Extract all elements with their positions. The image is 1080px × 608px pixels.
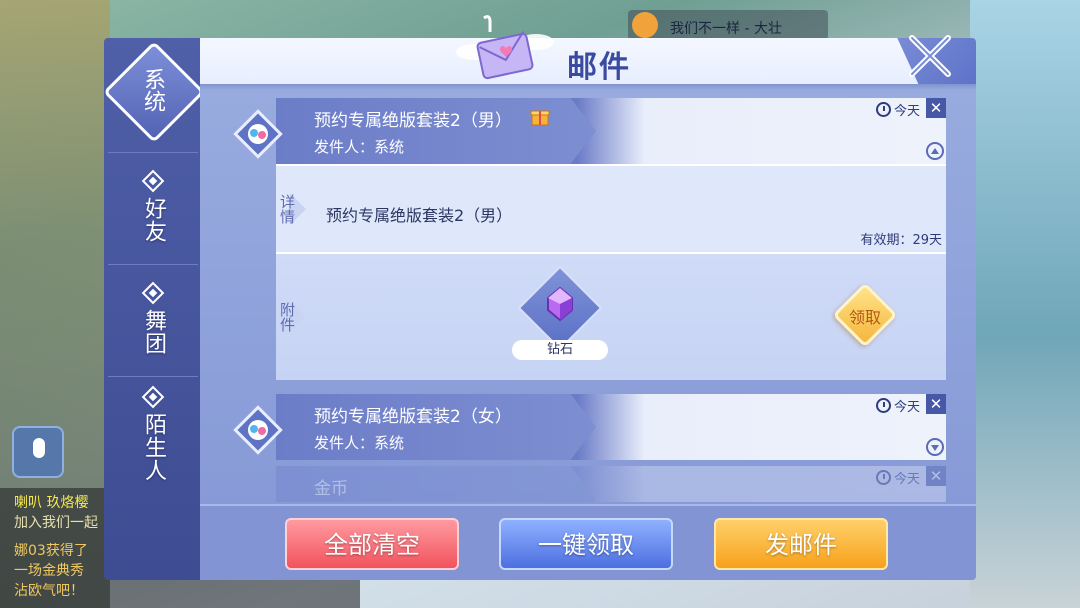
mail-header[interactable]: 预约专属绝版套装2（女） 发件人：系统 今天 ✕ [233,394,946,460]
mail-category-sidebar: 系统 好友 舞团 陌生人 [103,38,205,580]
tab-label: 好友 [141,197,166,243]
send-mail-button[interactable]: 发邮件 [714,518,888,570]
mail-subject: 预约专属绝版套装2（男） [314,111,512,131]
mail-time-text: 今天 [893,472,920,487]
mail-time: 今天 [875,396,920,415]
mail-validity: 有效期：29天 [860,233,942,248]
mail-time-text: 今天 [893,104,920,119]
delete-mail-icon[interactable]: ✕ [926,466,946,486]
delete-mail-icon[interactable]: ✕ [926,98,946,118]
tab-dance-group[interactable]: 舞团 [108,264,198,374]
panel-header: 邮件 [200,38,976,85]
mail-subject: 金币 [314,479,348,499]
mail-detail: 详情 预约专属绝版套装2（男） 有效期：29天 [276,164,946,252]
mail-item[interactable]: 金币 今天 ✕ [276,466,946,502]
mail-main-area: 邮件 预约专属绝版套装2（男） 发件人：系统 今天 ✕ 详情 预约专属绝版套装2… [200,38,976,580]
diamond-icon [141,385,165,409]
music-title: 我们不一样 - 大壮 [670,21,782,37]
chat-line: 娜03获得了 [14,543,88,559]
mail-sender: 发件人：系统 [314,434,405,452]
clock-icon [875,470,891,485]
game-logo-icon [233,109,283,159]
mail-header[interactable]: 金币 今天 ✕ [276,466,946,502]
mail-detail-text: 预约专属绝版套装2（男） [326,206,513,225]
music-play-icon[interactable] [632,12,658,38]
mail-time-text: 今天 [893,400,920,415]
chat-line: 加入我们一起 [14,515,98,531]
diamond-icon [141,169,165,193]
clear-all-button[interactable]: 全部清空 [285,518,459,570]
mail-envelope-icon [456,15,554,80]
diamond-icon [141,281,165,305]
mail-time: 今天 [875,468,920,487]
clock-icon [875,102,891,117]
attach-tag-text: 附件 [278,302,296,332]
attach-tag: 附件 [276,254,310,380]
claim-button-label: 领取 [848,308,881,327]
chat-line: 喇叭 玖烙樱 [14,495,89,511]
tab-friends[interactable]: 好友 [108,152,198,262]
panel-title: 邮件 [567,50,631,85]
close-icon[interactable] [904,30,956,82]
claim-all-button[interactable]: 一键领取 [499,518,673,570]
background-scene-right [970,0,1080,608]
mail-subject: 预约专属绝版套装2（女） [314,407,512,427]
mail-item[interactable]: 预约专属绝版套装2（女） 发件人：系统 今天 ✕ [233,394,946,460]
mail-sender: 发件人：系统 [314,138,405,156]
delete-mail-icon[interactable]: ✕ [926,394,946,414]
mail-list[interactable]: 预约专属绝版套装2（男） 发件人：系统 今天 ✕ 详情 预约专属绝版套装2（男）… [200,90,976,502]
tab-label: 系统 [140,68,165,112]
detail-tag: 详情 [276,166,310,252]
mail-header[interactable]: 预约专属绝版套装2（男） 发件人：系统 今天 ✕ [233,98,946,164]
chat-line: 一场金典秀 [14,563,84,579]
diamond-icon [547,286,573,322]
tab-label: 陌生人 [141,413,166,482]
tab-strangers[interactable]: 陌生人 [108,376,198,486]
game-logo-icon [233,405,283,455]
mail-item[interactable]: 预约专属绝版套装2（男） 发件人：系统 今天 ✕ 详情 预约专属绝版套装2（男）… [233,98,946,380]
collapse-icon[interactable] [926,142,944,160]
tab-label: 舞团 [141,309,166,355]
chat-line: 沾欧气吧！ [14,583,84,599]
mail-attachment: 附件 钻石 领取 [276,252,946,380]
mail-panel: 系统 好友 舞团 陌生人 邮件 预约专属绝版套装2（男） 发件人：系统 今天 ✕… [103,15,976,580]
claim-button[interactable]: 领取 [832,282,898,348]
panel-footer: 全部清空 一键领取 发邮件 [200,504,976,580]
tab-system[interactable]: 系统 [103,41,205,144]
voice-chat-button[interactable] [12,426,64,478]
mail-time: 今天 [875,100,920,119]
gift-icon [530,110,550,126]
attachment-name: 钻石 [512,340,608,360]
clock-icon [875,398,891,413]
expand-icon[interactable] [926,438,944,456]
detail-tag-text: 详情 [278,194,296,224]
